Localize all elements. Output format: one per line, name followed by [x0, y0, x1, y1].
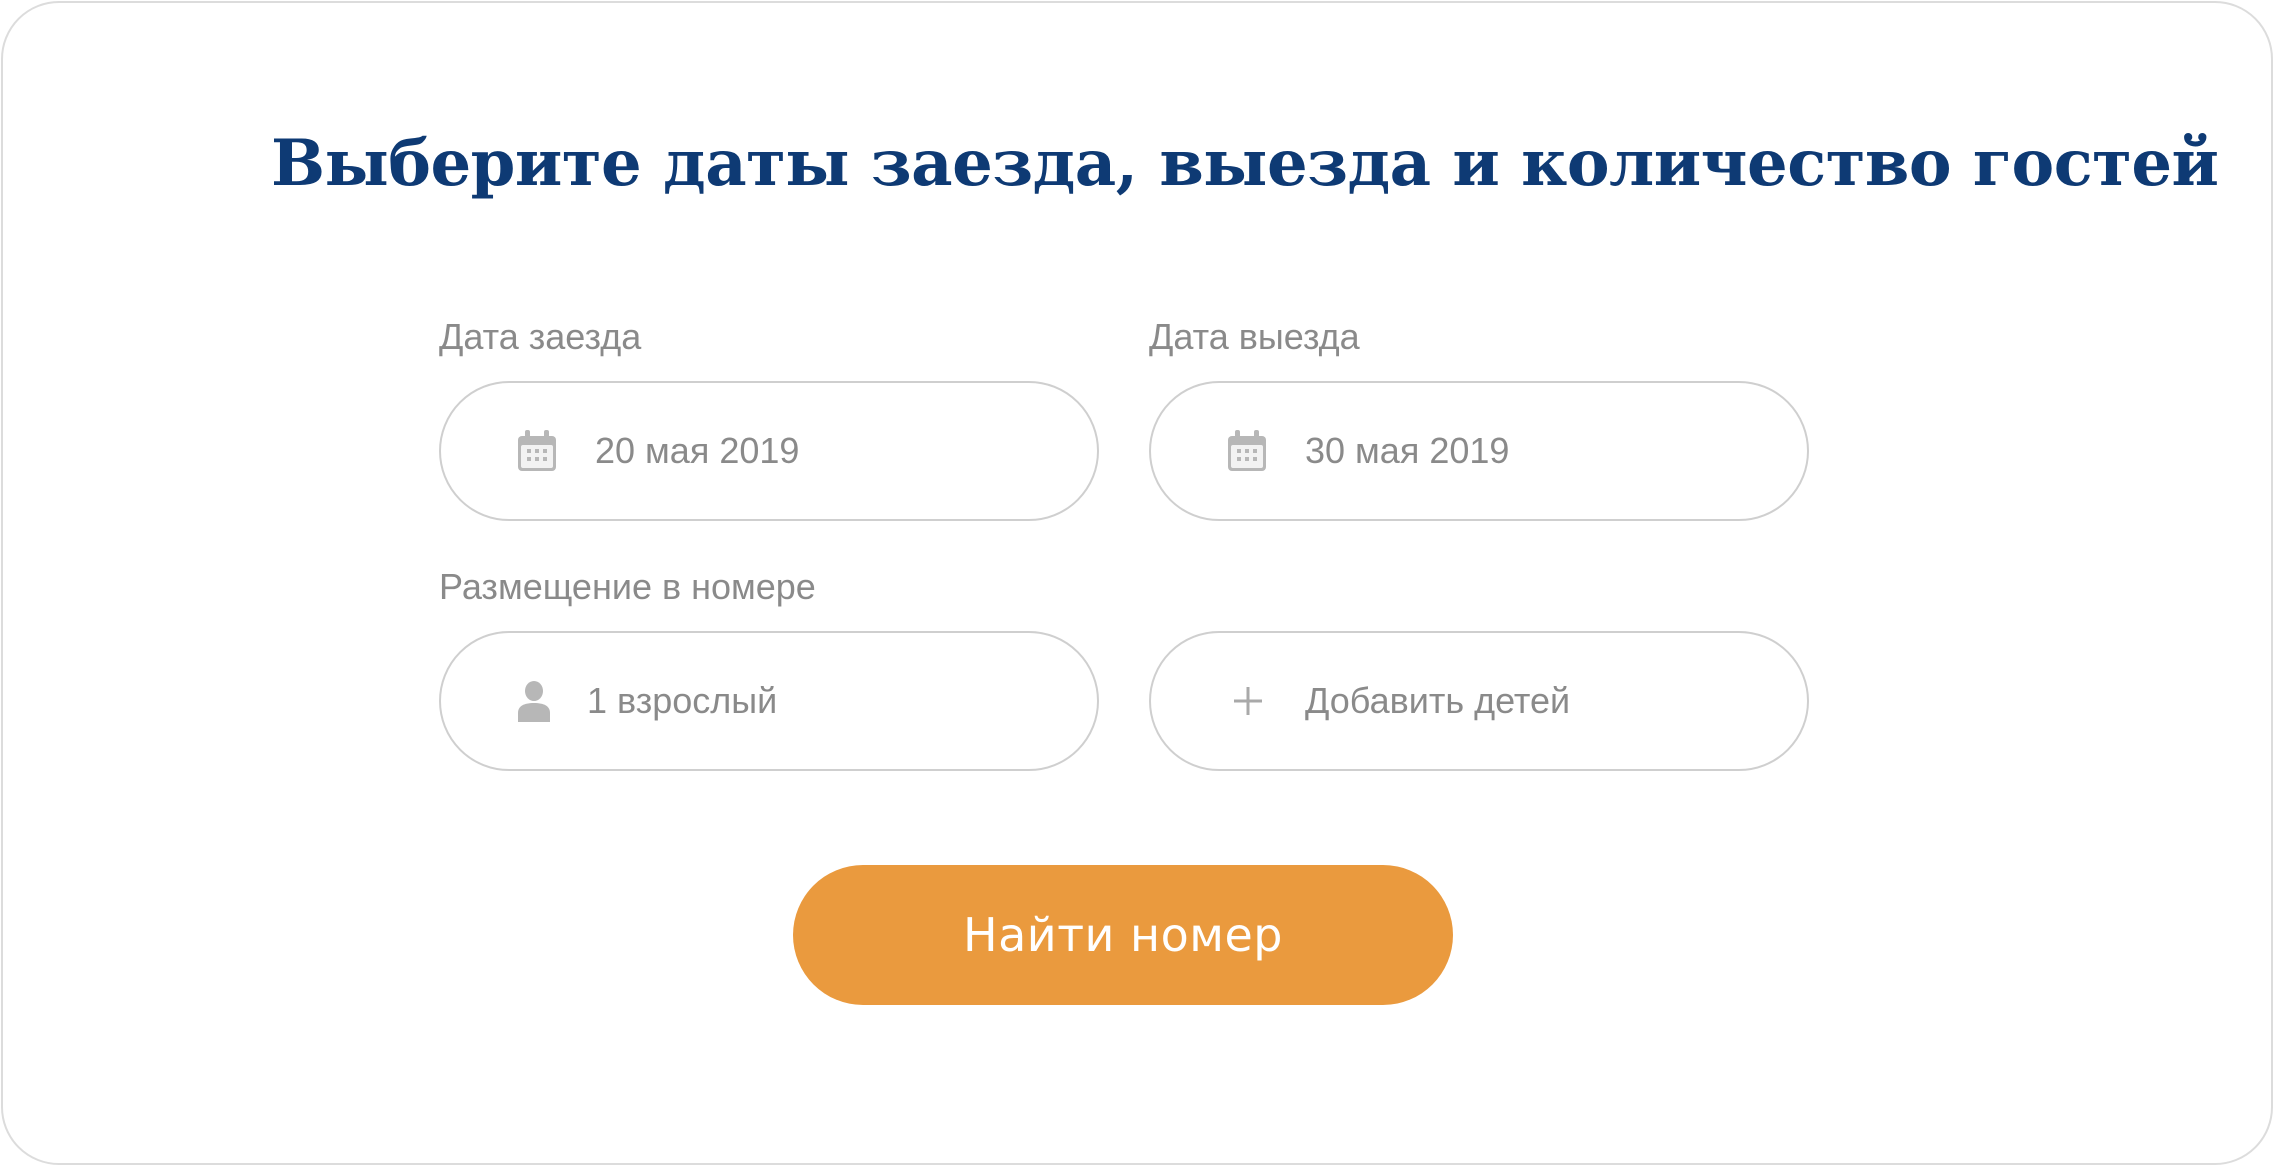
checkin-date-value: 20 мая 2019 [595, 430, 800, 471]
find-room-button-label: Найти номер [963, 908, 1283, 962]
add-children-field[interactable]: Добавить детей [1149, 631, 1809, 771]
calendar-icon [518, 430, 556, 471]
accommodation-label: Размещение в номере [439, 566, 816, 607]
plus-icon [1234, 687, 1262, 715]
page-title: Выберите даты заезда, выезда и количеств… [271, 126, 2219, 201]
checkin-date-field[interactable]: 20 мая 2019 [439, 381, 1099, 521]
find-room-button[interactable]: Найти номер [793, 865, 1453, 1005]
add-children-value: Добавить детей [1305, 680, 1571, 721]
checkout-date-value: 30 мая 2019 [1305, 430, 1510, 471]
booking-form-card: Выберите даты заезда, выезда и количеств… [1, 1, 2273, 1165]
person-icon [518, 681, 550, 722]
checkout-date-field[interactable]: 30 мая 2019 [1149, 381, 1809, 521]
checkout-label: Дата выезда [1149, 316, 1360, 357]
calendar-icon [1228, 430, 1266, 471]
checkin-label: Дата заезда [439, 316, 642, 357]
adults-selector[interactable]: 1 взрослый [439, 631, 1099, 771]
adults-value: 1 взрослый [587, 680, 778, 721]
